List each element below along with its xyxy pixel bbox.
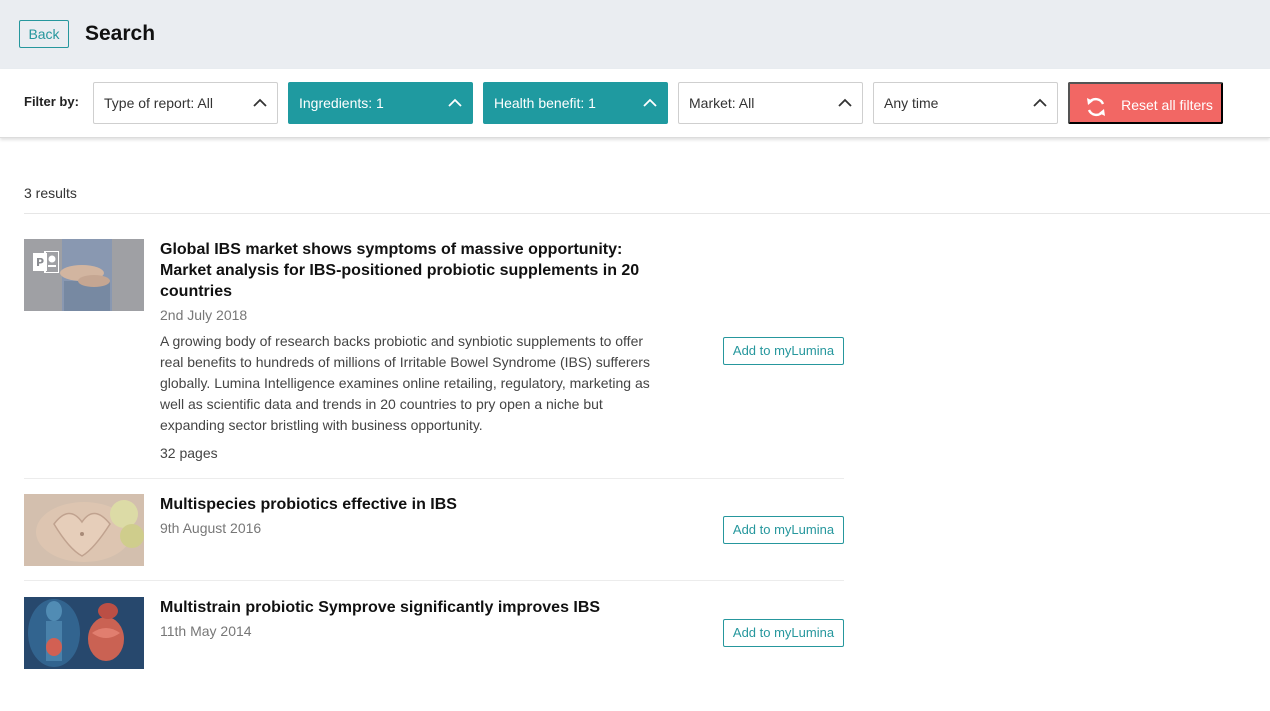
result-title[interactable]: Multispecies probiotics effective in IBS [160, 494, 660, 515]
divider [24, 213, 1270, 214]
filter-ingredients[interactable]: Ingredients: 1 [288, 82, 473, 124]
filter-market-label: Market: All [689, 95, 755, 111]
filter-label: Filter by: [24, 94, 79, 109]
filter-time[interactable]: Any time [873, 82, 1058, 124]
result-title[interactable]: Global IBS market shows symptoms of mass… [160, 239, 660, 302]
divider [24, 478, 844, 479]
filter-time-label: Any time [884, 95, 939, 111]
reset-filters-label: Reset all filters [1121, 97, 1213, 113]
result-date: 2nd July 2018 [160, 307, 248, 323]
filter-health-benefit-label: Health benefit: 1 [494, 95, 596, 111]
reset-filters-button[interactable]: Reset all filters [1068, 82, 1223, 124]
result-item: Multistrain probiotic Symprove significa… [24, 597, 844, 669]
result-description: A growing body of research backs probiot… [160, 333, 650, 433]
add-to-mylumina-button[interactable]: Add to myLumina [723, 619, 844, 647]
result-item: Multispecies probiotics effective in IBS… [24, 494, 844, 582]
chevron-up-icon [253, 96, 267, 110]
chevron-up-icon [838, 96, 852, 110]
result-date: 11th May 2014 [160, 623, 252, 639]
top-bar: Back Search [0, 0, 1270, 69]
result-pages: 32 pages [160, 445, 218, 461]
chevron-up-icon [1033, 96, 1047, 110]
add-to-mylumina-button[interactable]: Add to myLumina [723, 516, 844, 544]
filter-ingredients-label: Ingredients: 1 [299, 95, 384, 111]
svg-text:P: P [36, 256, 44, 269]
result-thumbnail[interactable] [24, 597, 144, 669]
powerpoint-icon: P [33, 250, 60, 274]
filter-bar: Filter by: Type of report: All Ingredien… [0, 69, 1270, 138]
add-to-mylumina-button[interactable]: Add to myLumina [723, 337, 844, 365]
result-thumbnail[interactable]: P [24, 239, 144, 311]
refresh-icon [1084, 93, 1108, 117]
chevron-up-icon [448, 96, 462, 110]
result-thumbnail[interactable] [24, 494, 144, 566]
filter-type-of-report-label: Type of report: All [104, 95, 213, 111]
filter-health-benefit[interactable]: Health benefit: 1 [483, 82, 668, 124]
result-item: P Global IBS market shows symptoms of ma… [24, 239, 844, 479]
result-date: 9th August 2016 [160, 520, 262, 536]
back-button[interactable]: Back [19, 20, 69, 48]
result-title[interactable]: Multistrain probiotic Symprove significa… [160, 597, 660, 618]
divider [24, 580, 844, 581]
filter-type-of-report[interactable]: Type of report: All [93, 82, 278, 124]
filter-market[interactable]: Market: All [678, 82, 863, 124]
results-count: 3 results [24, 185, 77, 201]
chevron-up-icon [643, 96, 657, 110]
page-title: Search [85, 22, 156, 45]
